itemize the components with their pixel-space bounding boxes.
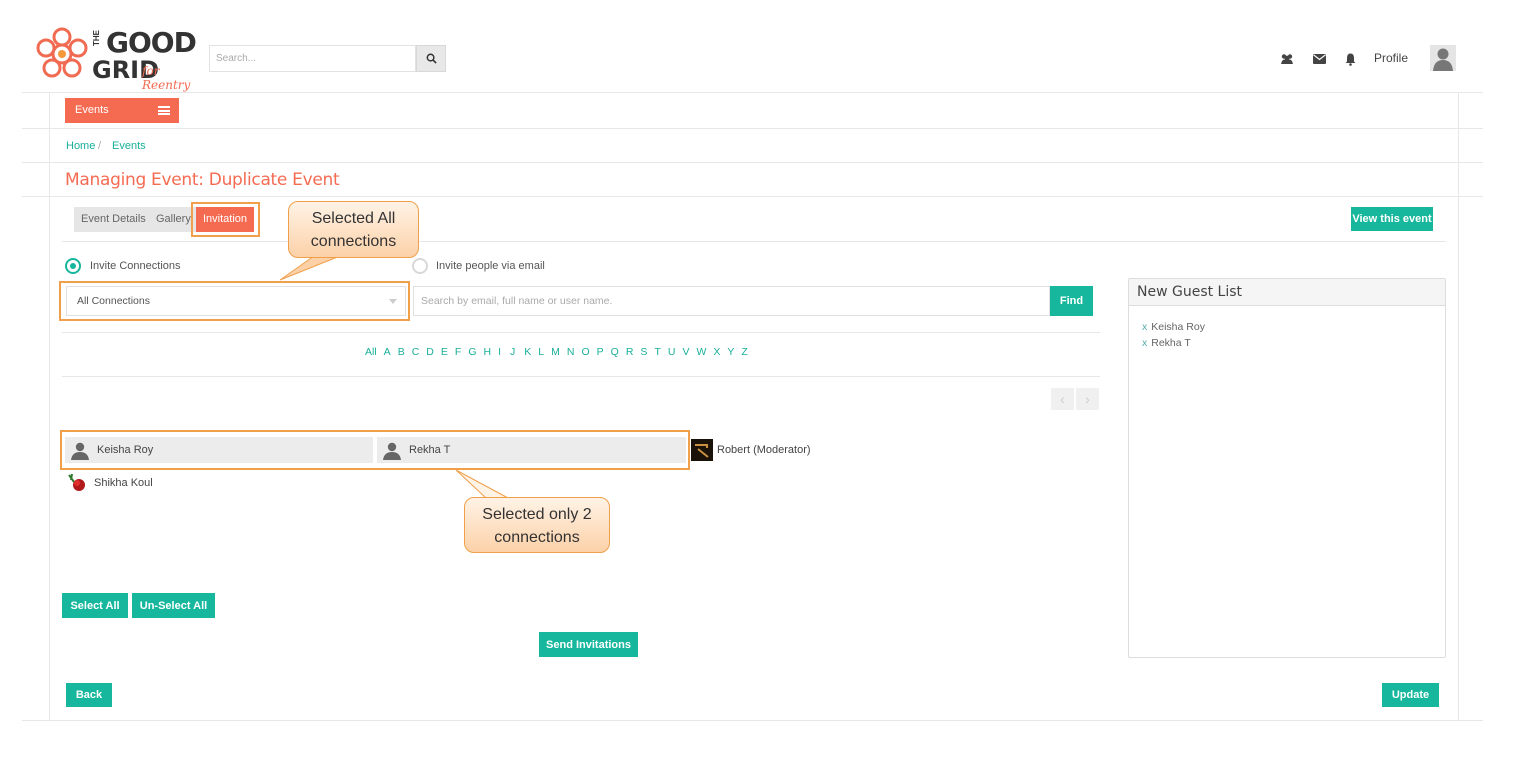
invite-email-radio[interactable] [412, 258, 428, 274]
alpha-filter-link[interactable]: P [597, 346, 604, 358]
divider [1458, 92, 1459, 721]
update-button[interactable]: Update [1382, 683, 1439, 707]
highlight-box [191, 202, 260, 237]
select-all-button[interactable]: Select All [62, 593, 128, 618]
guest-list-title: New Guest List [1129, 279, 1445, 306]
view-event-button[interactable]: View this event [1351, 207, 1433, 231]
alpha-filter-link[interactable]: Y [727, 346, 734, 358]
chevron-left-icon: ‹ [1060, 391, 1065, 407]
divider [49, 92, 50, 721]
guest-list-item: x Keisha Roy [1142, 321, 1205, 333]
invite-email-label: Invite people via email [436, 260, 545, 272]
breadcrumb-home[interactable]: Home [66, 140, 95, 152]
invite-connections-label: Invite Connections [90, 260, 181, 272]
flower-logo-icon [36, 27, 88, 78]
alpha-filter-link[interactable]: I [498, 346, 501, 358]
alpha-filter-link[interactable]: Q [611, 346, 619, 358]
avatar [66, 472, 88, 494]
alphabet-filter: All A B C D E F G H I J K L M N O P Q R S T U V W X Y Z [365, 346, 755, 358]
profile-link[interactable]: Profile [1374, 51, 1408, 65]
alpha-filter-link[interactable]: O [581, 346, 589, 358]
alpha-filter-link[interactable]: M [551, 346, 560, 358]
divider [62, 376, 1100, 377]
divider [22, 162, 1483, 163]
divider [62, 241, 1446, 242]
search-input[interactable]: Search... [209, 45, 416, 72]
remove-guest-icon[interactable]: x [1142, 321, 1147, 333]
alpha-filter-link[interactable]: X [713, 346, 720, 358]
next-page-button[interactable]: › [1076, 388, 1099, 410]
callout-selected-all: Selected All connections [288, 201, 419, 258]
back-button[interactable]: Back [66, 683, 112, 707]
connection-name: Shikha Koul [94, 477, 153, 489]
users-icon[interactable] [1279, 51, 1295, 67]
divider [22, 196, 1483, 197]
breadcrumb-separator: / [98, 140, 102, 152]
guest-list-panel: New Guest List x Keisha Roy x Rekha T [1128, 278, 1446, 658]
search-button[interactable] [416, 45, 446, 72]
alpha-filter-link[interactable]: C [412, 346, 420, 358]
alpha-filter-link[interactable]: E [441, 346, 448, 358]
connection-search-input[interactable]: Search by email, full name or user name. [413, 286, 1050, 316]
logo-the: THE [92, 30, 101, 46]
alpha-filter-link[interactable]: W [696, 346, 706, 358]
alpha-filter-link[interactable]: B [398, 346, 405, 358]
alpha-filter-link[interactable]: V [682, 346, 689, 358]
alpha-filter-link[interactable]: G [468, 346, 476, 358]
breadcrumb-events[interactable]: Events [112, 140, 146, 152]
alpha-filter-link[interactable]: Z [741, 346, 747, 358]
alpha-filter-link[interactable]: S [640, 346, 647, 358]
search-icon [426, 53, 437, 64]
alpha-filter-link[interactable]: U [668, 346, 676, 358]
person-icon [1433, 48, 1453, 71]
find-button[interactable]: Find [1050, 286, 1093, 316]
alpha-filter-link[interactable]: R [626, 346, 634, 358]
highlight-box [60, 430, 690, 470]
guest-name: Keisha Roy [1151, 321, 1205, 333]
alpha-filter-link[interactable]: L [538, 346, 544, 358]
chevron-right-icon: › [1085, 391, 1090, 407]
alpha-filter-link[interactable]: H [484, 346, 492, 358]
divider [62, 332, 1100, 333]
remove-guest-icon[interactable]: x [1142, 337, 1147, 349]
connection-item[interactable]: Shikha Koul [62, 470, 262, 496]
hamburger-icon [158, 106, 170, 115]
send-invitations-button[interactable]: Send Invitations [539, 632, 638, 657]
envelope-icon[interactable] [1311, 51, 1327, 67]
user-avatar[interactable] [1430, 45, 1456, 71]
alpha-filter-link[interactable]: K [524, 346, 531, 358]
page-title: Managing Event: Duplicate Event [65, 170, 340, 190]
app-logo[interactable]: THE GOOD GRID for Reentry [34, 26, 206, 92]
alpha-filter-link[interactable]: D [426, 346, 434, 358]
events-menu-label: Events [75, 104, 109, 116]
unselect-all-button[interactable]: Un-Select All [132, 593, 215, 618]
invite-connections-radio[interactable] [65, 258, 81, 274]
connection-item[interactable]: Robert (Moderator) [689, 437, 889, 463]
avatar [691, 439, 713, 461]
alpha-filter-link[interactable]: A [384, 346, 391, 358]
logo-tagline: for Reentry [142, 64, 191, 92]
alpha-filter-link[interactable]: N [567, 346, 575, 358]
callout-selected-two: Selected only 2 connections [464, 497, 610, 553]
connection-name: Robert (Moderator) [717, 444, 811, 456]
divider [22, 720, 1483, 721]
divider [22, 128, 1483, 129]
alpha-filter-link[interactable]: F [455, 346, 461, 358]
divider [22, 92, 1483, 93]
guest-list-item: x Rekha T [1142, 337, 1191, 349]
logo-line1: GOOD [106, 26, 197, 59]
events-menu-button[interactable]: Events [65, 98, 179, 123]
prev-page-button[interactable]: ‹ [1051, 388, 1074, 410]
guest-name: Rekha T [1151, 337, 1191, 349]
alpha-filter-link[interactable]: J [510, 346, 515, 358]
bell-icon[interactable] [1342, 51, 1358, 67]
alpha-filter-link[interactable]: T [654, 346, 660, 358]
highlight-box [59, 281, 410, 321]
tab-event-details[interactable]: Event Details [74, 207, 153, 232]
alpha-filter-link[interactable]: All [365, 346, 377, 358]
